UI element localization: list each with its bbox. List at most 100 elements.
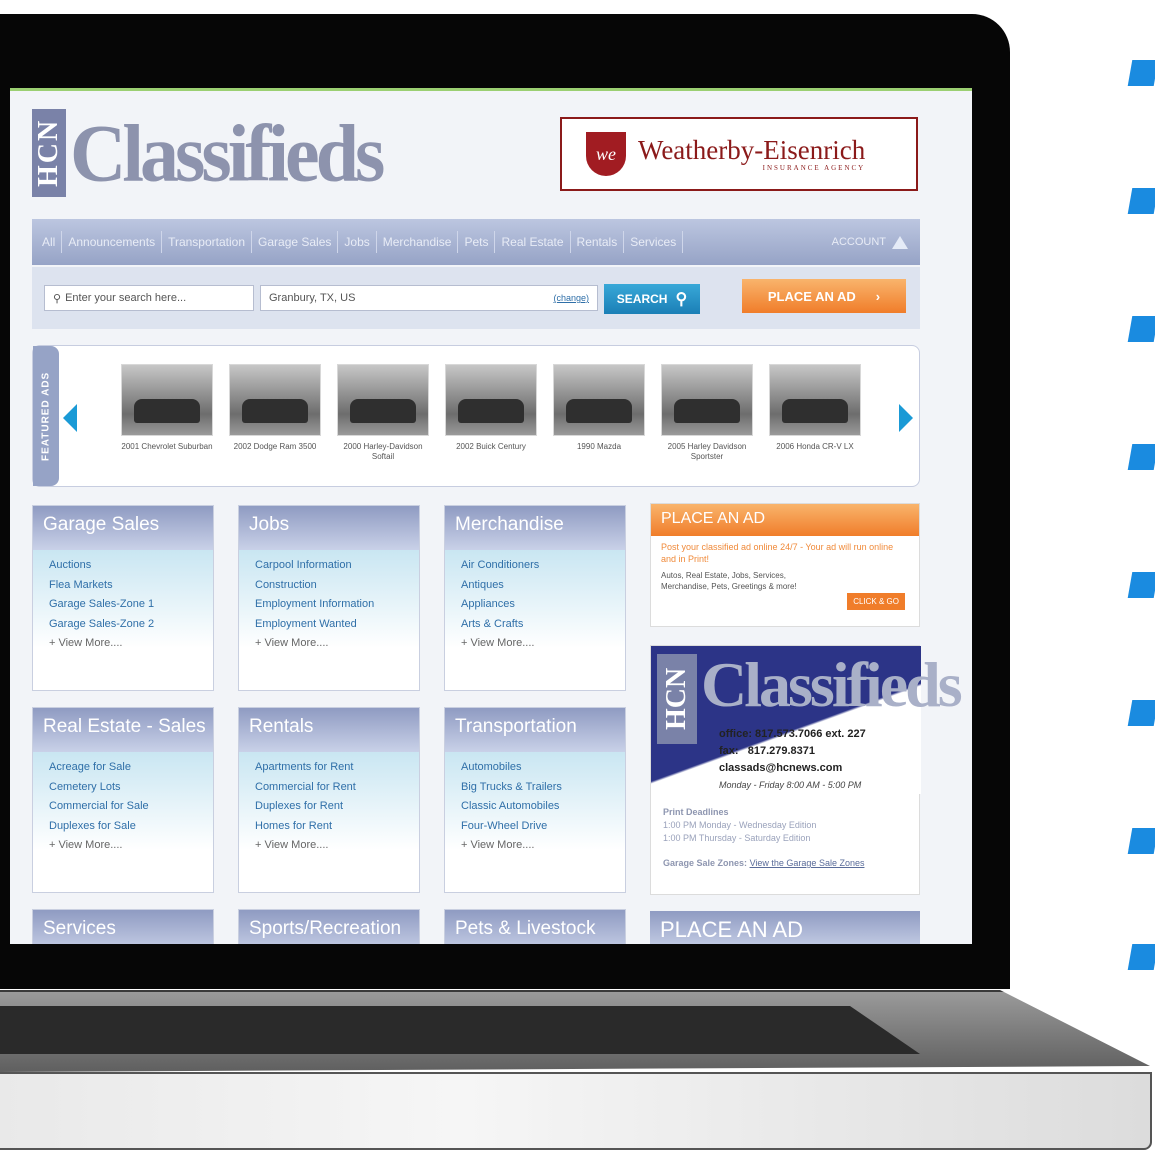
featured-ads-label: FEATURED ADS xyxy=(33,346,59,486)
nav-item-services[interactable]: Services xyxy=(624,231,684,253)
featured-ad-caption: 2005 Harley Davidson Sportster xyxy=(667,442,747,461)
category-title[interactable]: Services xyxy=(33,910,213,944)
nav-item-real-estate[interactable]: Real Estate xyxy=(495,231,571,253)
category-title[interactable]: Real Estate - Sales xyxy=(33,708,213,752)
view-more-link[interactable]: + View More.... xyxy=(49,836,197,856)
featured-ad[interactable]: 2001 Chevrolet Suburban xyxy=(121,364,213,452)
motorcycle-photo xyxy=(337,364,429,436)
category-card-transportation: Transportation Automobiles Big Trucks & … xyxy=(444,707,626,893)
nav-item-announcements[interactable]: Announcements xyxy=(62,231,163,253)
category-link[interactable]: Appliances xyxy=(461,595,609,615)
place-ad-button[interactable]: PLACE AN AD › xyxy=(742,279,906,313)
search-input[interactable]: ⚲ Enter your search here... xyxy=(44,285,254,311)
chevron-right-icon: › xyxy=(875,288,881,304)
featured-ad[interactable]: 2000 Harley-Davidson Softail xyxy=(337,364,429,461)
category-link[interactable]: Garage Sales-Zone 2 xyxy=(49,615,197,635)
category-link[interactable]: Homes for Rent xyxy=(255,817,403,837)
category-link[interactable]: Employment Wanted xyxy=(255,615,403,635)
car-photo xyxy=(445,364,537,436)
nav-item-jobs[interactable]: Jobs xyxy=(338,231,377,253)
view-more-link[interactable]: + View More.... xyxy=(49,634,197,654)
featured-ad-caption: 1990 Mazda xyxy=(576,442,622,451)
category-link[interactable]: Commercial for Sale xyxy=(49,797,197,817)
place-ad-bottom-banner[interactable]: PLACE AN AD xyxy=(650,911,920,944)
category-link[interactable]: Carpool Information xyxy=(255,556,403,576)
account-menu[interactable]: ACCOUNT xyxy=(832,235,916,249)
click-and-go-button[interactable]: CLICK & GO xyxy=(847,593,905,610)
category-title[interactable]: Garage Sales xyxy=(33,506,213,550)
featured-ad-caption: 2001 Chevrolet Suburban xyxy=(121,442,213,451)
category-card-jobs: Jobs Carpool Information Construction Em… xyxy=(238,505,420,691)
category-link[interactable]: Four-Wheel Drive xyxy=(461,817,609,837)
category-link[interactable]: Auctions xyxy=(49,556,197,576)
laptop-front-edge xyxy=(0,1072,1152,1150)
category-link[interactable]: Arts & Crafts xyxy=(461,615,609,635)
dash-shape xyxy=(1127,444,1155,470)
category-card-merchandise: Merchandise Air Conditioners Antiques Ap… xyxy=(444,505,626,691)
featured-ad[interactable]: 2006 Honda CR-V LX xyxy=(769,364,861,452)
category-link[interactable]: Apartments for Rent xyxy=(255,758,403,778)
category-link[interactable]: Employment Information xyxy=(255,595,403,615)
laptop-keyboard xyxy=(0,1006,920,1054)
featured-ad[interactable]: 1990 Mazda xyxy=(553,364,645,452)
place-ad-promo-title[interactable]: PLACE AN AD xyxy=(651,504,919,536)
nav-item-transportation[interactable]: Transportation xyxy=(162,231,253,253)
category-title[interactable]: Sports/Recreation xyxy=(239,910,419,944)
category-link[interactable]: Antiques xyxy=(461,576,609,596)
carousel-prev-icon[interactable] xyxy=(63,404,77,432)
category-link[interactable]: Big Trucks & Trailers xyxy=(461,778,609,798)
featured-ad[interactable]: 2005 Harley Davidson Sportster xyxy=(661,364,753,461)
category-link[interactable]: Automobiles xyxy=(461,758,609,778)
search-button[interactable]: SEARCH ⚲ xyxy=(604,284,700,314)
car-photo xyxy=(553,364,645,436)
category-link[interactable]: Duplexes for Sale xyxy=(49,817,197,837)
contact-email[interactable]: classads@hcnews.com xyxy=(719,760,866,777)
zones-link[interactable]: View the Garage Sale Zones xyxy=(750,858,865,868)
category-link[interactable]: Flea Markets xyxy=(49,576,197,596)
nav-item-merchandise[interactable]: Merchandise xyxy=(377,231,459,253)
category-link[interactable]: Construction xyxy=(255,576,403,596)
category-link[interactable]: Duplexes for Rent xyxy=(255,797,403,817)
category-card-real-estate-sales: Real Estate - Sales Acreage for Sale Cem… xyxy=(32,707,214,893)
featured-ad-caption: 2000 Harley-Davidson Softail xyxy=(343,442,423,461)
category-link[interactable]: Commercial for Rent xyxy=(255,778,403,798)
featured-ad[interactable]: 2002 Dodge Ram 3500 xyxy=(229,364,321,452)
site-logo[interactable]: HCN Classifieds xyxy=(32,105,385,201)
carousel-next-icon[interactable] xyxy=(899,404,913,432)
category-link[interactable]: Cemetery Lots xyxy=(49,778,197,798)
location-input[interactable]: Granbury, TX, US (change) xyxy=(260,285,598,311)
contact-office: office: 817.573.7066 ext. 227 xyxy=(719,728,866,740)
category-card-garage-sales: Garage Sales Auctions Flea Markets Garag… xyxy=(32,505,214,691)
category-link[interactable]: Air Conditioners xyxy=(461,556,609,576)
dash-shape xyxy=(1127,700,1155,726)
search-button-label: SEARCH xyxy=(616,292,668,306)
category-link[interactable]: Acreage for Sale xyxy=(49,758,197,778)
category-link[interactable]: Classic Automobiles xyxy=(461,797,609,817)
deadline-item: 1:00 PM Thursday - Saturday Edition xyxy=(663,833,811,843)
category-title[interactable]: Transportation xyxy=(445,708,625,752)
view-more-link[interactable]: + View More.... xyxy=(461,836,609,856)
category-title[interactable]: Rentals xyxy=(239,708,419,752)
category-link[interactable]: Garage Sales-Zone 1 xyxy=(49,595,197,615)
contact-logo-wordmark: Classifieds xyxy=(701,649,963,720)
sponsor-subtitle: INSURANCE AGENCY xyxy=(762,163,866,172)
nav-item-garage-sales[interactable]: Garage Sales xyxy=(252,231,339,253)
zones-label: Garage Sale Zones: xyxy=(663,858,748,868)
contact-logo-hcn: HCN xyxy=(657,654,697,744)
nav-item-pets[interactable]: Pets xyxy=(458,231,496,253)
place-ad-promo-text: Post your classified ad online 24/7 - Yo… xyxy=(661,542,894,564)
category-title[interactable]: Pets & Livestock xyxy=(445,910,625,944)
change-location-link[interactable]: (change) xyxy=(553,293,589,303)
view-more-link[interactable]: + View More.... xyxy=(255,634,403,654)
nav-item-rentals[interactable]: Rentals xyxy=(571,231,625,253)
contact-fax: fax: 817.279.8371 xyxy=(719,745,816,757)
deadlines-title: Print Deadlines xyxy=(663,807,729,817)
dash-shape xyxy=(1127,944,1155,970)
view-more-link[interactable]: + View More.... xyxy=(255,836,403,856)
nav-item-all[interactable]: All xyxy=(36,231,63,253)
sponsor-banner[interactable]: we Weatherby-Eisenrich INSURANCE AGENCY xyxy=(560,117,918,191)
view-more-link[interactable]: + View More.... xyxy=(461,634,609,654)
featured-ad[interactable]: 2002 Buick Century xyxy=(445,364,537,452)
category-title[interactable]: Jobs xyxy=(239,506,419,550)
category-title[interactable]: Merchandise xyxy=(445,506,625,550)
